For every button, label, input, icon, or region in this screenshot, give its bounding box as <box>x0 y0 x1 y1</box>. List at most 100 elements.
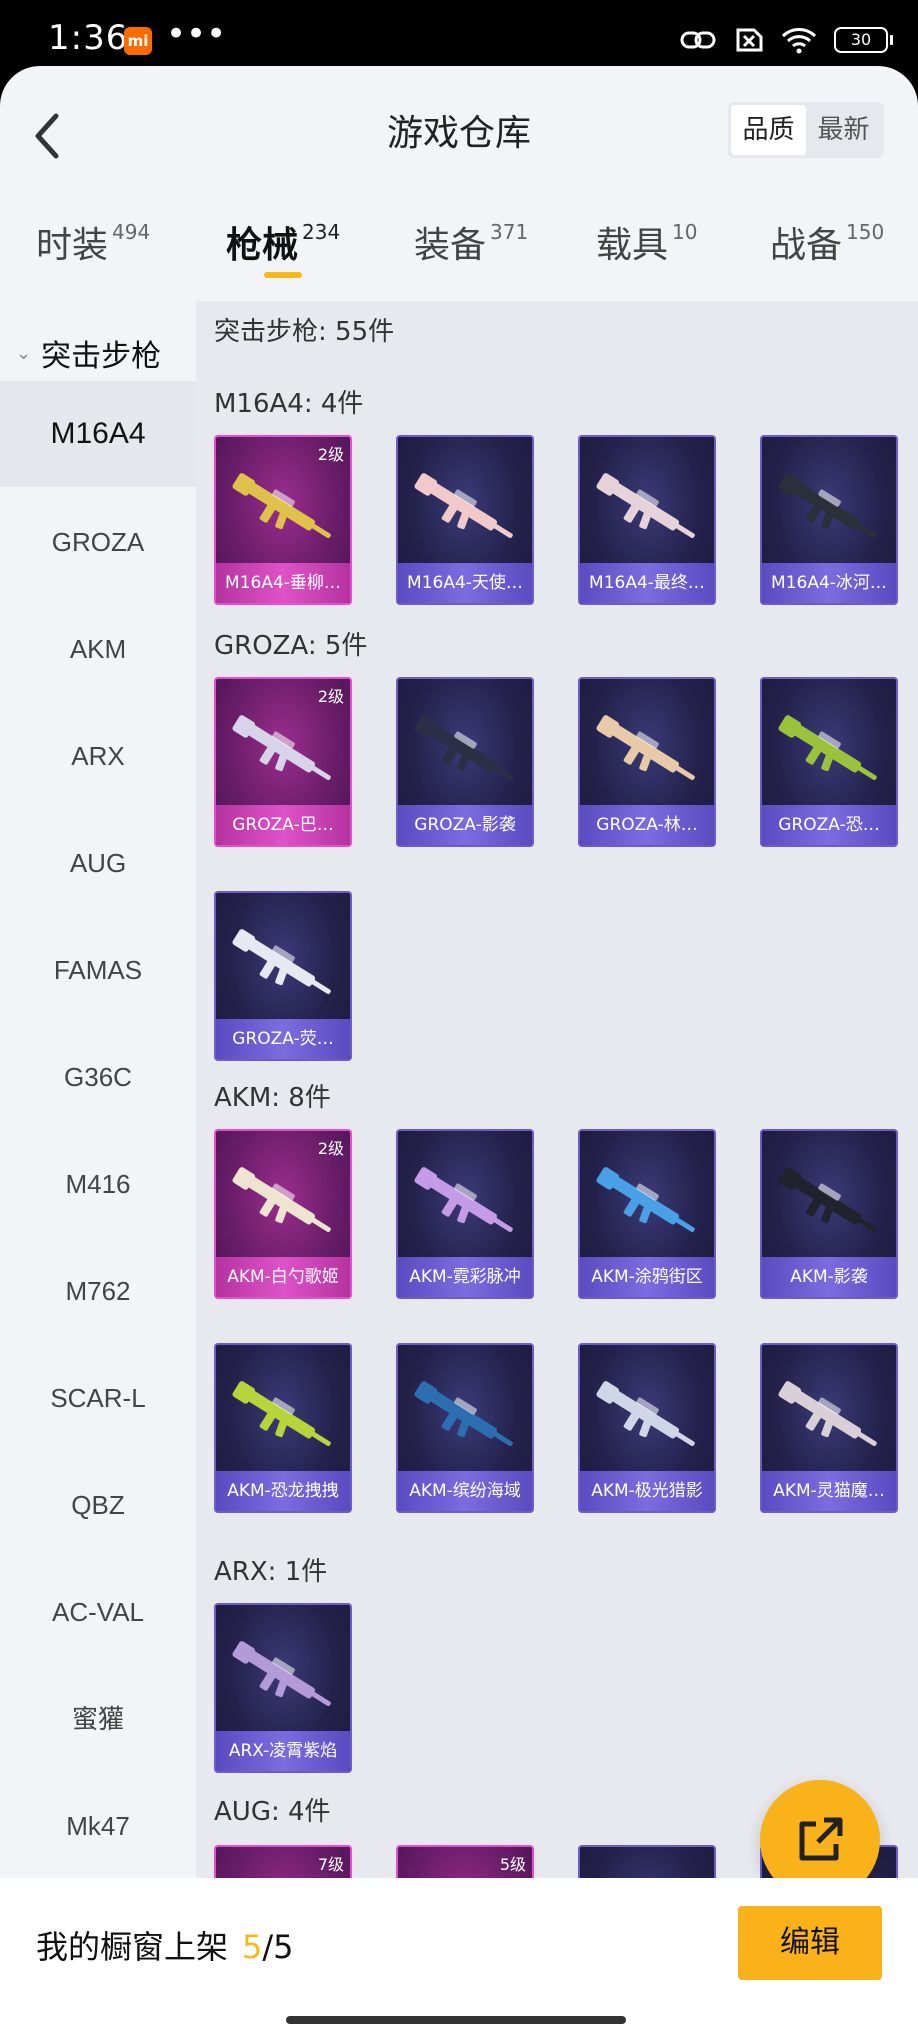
edit-button[interactable]: 编辑 <box>738 1906 882 1980</box>
weapon-skin-name: GROZA-恐… <box>762 805 896 845</box>
sidebar-item-famas[interactable]: FAMAS <box>0 917 196 1023</box>
showcase-total: /5 <box>262 1928 294 1966</box>
weapon-skin-card[interactable]: ARX-凌霄紫焰 <box>214 1603 352 1773</box>
weapon-skin-name: AKM-灵猫魔… <box>762 1471 896 1511</box>
sidebar-item-akm[interactable]: AKM <box>0 596 196 702</box>
weapon-skin-name: AKM-霓彩脉冲 <box>398 1257 532 1297</box>
tab-label: 时装 <box>36 225 109 266</box>
weapon-skin-image <box>232 929 331 995</box>
item-grid: 突击步枪: 55件 M16A4: 4件 2级 M16A4-垂柳… M16A4-天使… M1… <box>196 301 918 1941</box>
weapon-skin-name: GROZA-林… <box>580 805 714 845</box>
tab-count: 234 <box>302 220 341 244</box>
category-tabs: 时装 494 枪械 234 装备 371 载具 10 战备 150 <box>0 216 918 296</box>
tab-label: 枪械 <box>226 225 299 266</box>
sidebar-item-aug[interactable]: AUG <box>0 810 196 916</box>
weapon-skin-card[interactable]: 2级 M16A4-垂柳… <box>214 435 352 605</box>
weapon-skin-image <box>596 715 695 781</box>
grade-badge: 7级 <box>317 1855 344 1874</box>
weapon-skin-image <box>414 1381 513 1447</box>
weapon-skin-card[interactable]: AKM-恐龙拽拽 <box>214 1343 352 1513</box>
sidebar-item-scar-l[interactable]: SCAR-L <box>0 1345 196 1451</box>
sidebar-item-m16a4[interactable]: M16A4 <box>0 381 196 487</box>
sidebar-item-g36c[interactable]: G36C <box>0 1024 196 1130</box>
weapon-skin-name: AKM-极光猎影 <box>580 1471 714 1511</box>
weapon-skin-card[interactable]: M16A4-最终… <box>578 435 716 605</box>
section-header: AKM: 8件 <box>214 1083 331 1113</box>
weapon-skin-image <box>232 1641 331 1707</box>
battery-icon: 30 <box>834 27 893 53</box>
sidebar-item-ac-val[interactable]: AC-VAL <box>0 1559 196 1665</box>
active-tab-indicator <box>264 272 302 278</box>
weapon-skin-image <box>414 715 513 781</box>
weapon-skin-image <box>414 1167 513 1233</box>
weapon-skin-name: M16A4-天使… <box>398 563 532 603</box>
tab-label: 战备 <box>770 225 843 266</box>
weapon-skin-image <box>778 1381 877 1447</box>
sort-toggle: 品质 最新 <box>728 102 884 158</box>
weapon-skin-image <box>232 715 331 781</box>
weapon-skin-card[interactable]: AKM-灵猫魔… <box>760 1343 898 1513</box>
weapon-skin-card[interactable]: M16A4-天使… <box>396 435 534 605</box>
weapon-skin-card[interactable]: GROZA-荧… <box>214 891 352 1061</box>
tab-label: 载具 <box>596 225 669 266</box>
weapon-skin-card[interactable]: AKM-涂鸦街区 <box>578 1129 716 1299</box>
weapon-skin-image <box>232 473 331 539</box>
app-window: 游戏仓库 品质 最新 时装 494 枪械 234 装备 371 载具 10 战备… <box>0 66 918 2040</box>
sort-quality-button[interactable]: 品质 <box>731 105 806 155</box>
grade-badge: 2级 <box>317 687 344 706</box>
tab-count: 371 <box>490 220 529 244</box>
more-notifications-icon: ••• <box>166 14 227 54</box>
weapon-skin-card[interactable]: AKM-霓彩脉冲 <box>396 1129 534 1299</box>
tab-combat-gear[interactable]: 战备 150 <box>770 216 884 268</box>
tab-label: 装备 <box>414 225 487 266</box>
header: 游戏仓库 品质 最新 <box>0 66 918 196</box>
weapon-skin-card[interactable]: AKM-极光猎影 <box>578 1343 716 1513</box>
weapon-skin-name: M16A4-垂柳… <box>216 563 350 603</box>
wifi-icon <box>781 28 817 54</box>
weapon-skin-name: M16A4-冰河… <box>762 563 896 603</box>
weapon-skin-name: AKM-白勺歌姬 <box>216 1257 350 1297</box>
weapon-skin-card[interactable]: 2级 AKM-白勺歌姬 <box>214 1129 352 1299</box>
tab-count: 494 <box>112 220 151 244</box>
tab-equipment[interactable]: 装备 371 <box>414 216 528 268</box>
tab-vehicles[interactable]: 载具 10 <box>596 216 697 268</box>
grade-badge: 2级 <box>317 1139 344 1158</box>
sort-newest-button[interactable]: 最新 <box>806 105 881 155</box>
showcase-current: 5 <box>242 1928 263 1966</box>
weapon-skin-name: AKM-影袭 <box>762 1257 896 1297</box>
weapon-skin-image <box>778 715 877 781</box>
weapon-skin-card[interactable]: GROZA-林… <box>578 677 716 847</box>
home-indicator <box>286 2016 626 2024</box>
weapon-skin-image <box>778 1167 877 1233</box>
section-header: GROZA: 5件 <box>214 631 368 661</box>
weapon-skin-card[interactable]: AKM-影袭 <box>760 1129 898 1299</box>
sidebar-item-groza[interactable]: GROZA <box>0 489 196 595</box>
weapon-skin-image <box>596 1167 695 1233</box>
sidebar-item-m416[interactable]: M416 <box>0 1131 196 1237</box>
sidebar-item-蜜獾[interactable]: 蜜獾 <box>0 1666 196 1772</box>
grade-badge: 2级 <box>317 445 344 464</box>
tab-guns[interactable]: 枪械 234 <box>226 216 341 278</box>
sidebar-item-qbz[interactable]: QBZ <box>0 1452 196 1558</box>
tab-count: 150 <box>846 220 885 244</box>
tab-fashion[interactable]: 时装 494 <box>36 216 150 268</box>
weapon-skin-image <box>232 1167 331 1233</box>
weapon-skin-image <box>232 1381 331 1447</box>
section-header: AUG: 4件 <box>214 1797 331 1827</box>
weapon-skin-card[interactable]: AKM-缤纷海域 <box>396 1343 534 1513</box>
weapon-sidebar: ⌄ 突击步枪 M16A4 GROZA AKM ARX AUG FAMAS G36C M416 M… <box>0 301 196 1941</box>
weapon-skin-name: GROZA-影袭 <box>398 805 532 845</box>
grade-badge: 5级 <box>499 1855 526 1874</box>
sidebar-item-m762[interactable]: M762 <box>0 1238 196 1344</box>
weapon-skin-card[interactable]: 2级 GROZA-巴… <box>214 677 352 847</box>
weapon-skin-card[interactable]: GROZA-影袭 <box>396 677 534 847</box>
link-icon <box>680 31 716 49</box>
sidebar-group-assault-rifles[interactable]: ⌄ 突击步枪 <box>16 331 161 375</box>
weapon-skin-name: M16A4-最终… <box>580 563 714 603</box>
weapon-skin-card[interactable]: M16A4-冰河… <box>760 435 898 605</box>
weapon-skin-name: GROZA-巴… <box>216 805 350 845</box>
showcase-status: 我的橱窗上架 5/5 <box>36 1922 294 1968</box>
sidebar-item-arx[interactable]: ARX <box>0 703 196 809</box>
sidebar-item-mk47[interactable]: Mk47 <box>0 1773 196 1879</box>
weapon-skin-card[interactable]: GROZA-恐… <box>760 677 898 847</box>
